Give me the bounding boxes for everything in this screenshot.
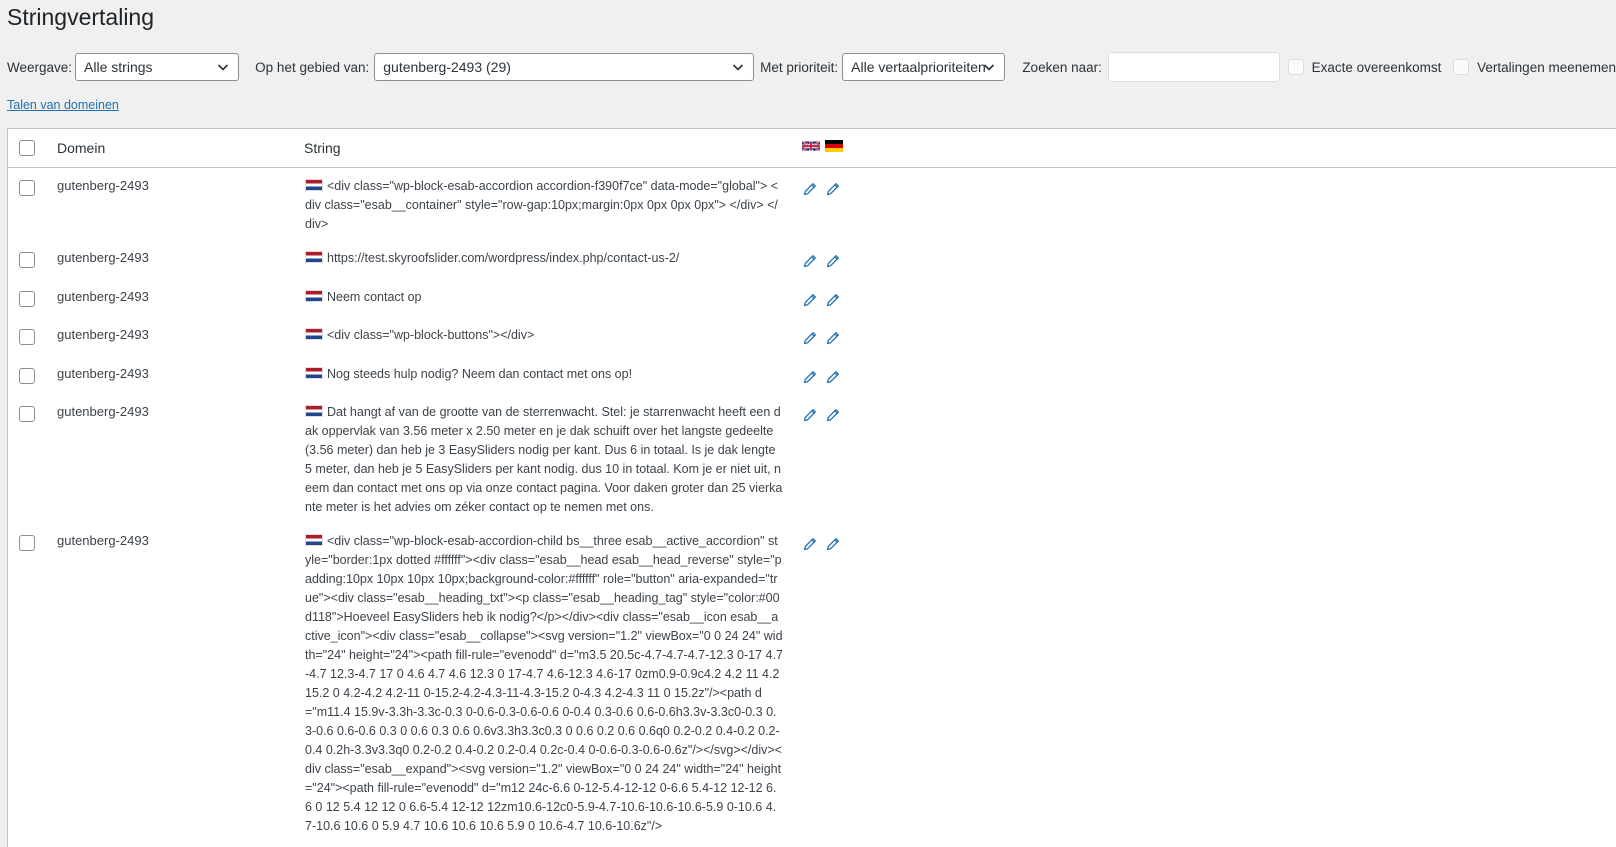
row-string-text: Dat hangt af van de grootte van de sterr…: [305, 405, 783, 514]
select-all-checkbox[interactable]: [19, 140, 35, 156]
filter-bar: Weergave: Alle strings Op het gebied van…: [7, 51, 1616, 83]
row-domain: gutenberg-2493: [57, 533, 149, 548]
row-domain: gutenberg-2493: [57, 289, 149, 304]
edit-en-pencil-icon[interactable]: [802, 407, 818, 423]
row-string: <div class="wp-block-esab-accordion-chil…: [305, 532, 783, 836]
priority-label: Met prioriteit:: [760, 59, 839, 75]
nl-flag-icon: [305, 179, 323, 191]
row-string: Dat hangt af van de grootte van de sterr…: [305, 403, 783, 517]
nl-flag-icon: [305, 290, 323, 302]
edit-de-pencil-icon[interactable]: [825, 253, 841, 269]
chevron-down-icon: [218, 64, 229, 71]
search-label: Zoeken naar:: [1022, 59, 1102, 75]
row-string: <div class="wp-block-buttons"></div>: [305, 326, 783, 345]
row-domain: gutenberg-2493: [57, 404, 149, 419]
nl-flag-icon: [305, 328, 323, 340]
edit-en-pencil-icon[interactable]: [802, 536, 818, 552]
domain-languages-link[interactable]: Talen van domeinen: [7, 98, 119, 112]
edit-en-pencil-icon[interactable]: [802, 253, 818, 269]
exact-match-label: Exacte overeenkomst: [1311, 59, 1442, 75]
priority-select[interactable]: Alle vertaalprioriteiten: [842, 53, 1006, 81]
row-string-text: https://test.skyroofslider.com/wordpress…: [327, 251, 680, 265]
column-domain-header[interactable]: Domein: [57, 140, 105, 156]
nl-flag-icon: [305, 251, 323, 263]
row-checkbox[interactable]: [19, 406, 35, 422]
view-label: Weergave:: [7, 59, 73, 75]
row-string-text: <div class="wp-block-esab-accordion acco…: [305, 179, 778, 231]
row-string: https://test.skyroofslider.com/wordpress…: [305, 249, 783, 268]
row-checkbox[interactable]: [19, 252, 35, 268]
row-checkbox[interactable]: [19, 535, 35, 551]
gb-flag-icon: [802, 140, 820, 152]
row-checkbox[interactable]: [19, 180, 35, 196]
chevron-down-icon: [984, 64, 995, 71]
row-string: <div class="wp-block-esab-accordion acco…: [305, 177, 783, 234]
edit-de-pencil-icon[interactable]: [825, 536, 841, 552]
edit-en-pencil-icon[interactable]: [802, 369, 818, 385]
domain-select-value: gutenberg-2493 (29): [383, 59, 511, 75]
include-translations-checkbox[interactable]: [1453, 59, 1470, 75]
search-input[interactable]: [1107, 52, 1280, 82]
view-select[interactable]: Alle strings: [75, 53, 240, 81]
include-translations-label: Vertalingen meenemen: [1477, 59, 1616, 75]
edit-en-pencil-icon[interactable]: [802, 292, 818, 308]
edit-de-pencil-icon[interactable]: [825, 369, 841, 385]
edit-de-pencil-icon[interactable]: [825, 330, 841, 346]
row-string-text: Neem contact op: [327, 290, 422, 304]
column-string-header[interactable]: String: [304, 140, 341, 156]
exact-match-checkbox[interactable]: [1287, 59, 1304, 75]
edit-de-pencil-icon[interactable]: [825, 407, 841, 423]
domain-select[interactable]: gutenberg-2493 (29): [374, 53, 755, 81]
row-checkbox[interactable]: [19, 291, 35, 307]
table-header: Domein String: [8, 129, 1616, 168]
de-flag-icon: [825, 140, 843, 152]
row-checkbox[interactable]: [19, 329, 35, 345]
chevron-down-icon: [733, 64, 744, 71]
nl-flag-icon: [305, 367, 323, 379]
row-string: Neem contact op: [305, 288, 783, 307]
row-string-text: <div class="wp-block-esab-accordion-chil…: [305, 534, 783, 833]
strings-table: Domein String gutenberg-2493 <div class="…: [7, 128, 1616, 847]
page-title: Stringvertaling: [7, 4, 155, 30]
row-string-text: Nog steeds hulp nodig? Neem dan contact …: [327, 367, 633, 381]
edit-de-pencil-icon[interactable]: [825, 292, 841, 308]
row-string: Nog steeds hulp nodig? Neem dan contact …: [305, 365, 783, 384]
priority-select-value: Alle vertaalprioriteiten: [851, 59, 986, 75]
row-string-text: <div class="wp-block-buttons"></div>: [327, 328, 535, 342]
row-domain: gutenberg-2493: [57, 366, 149, 381]
domain-label: Op het gebied van:: [255, 59, 370, 75]
edit-en-pencil-icon[interactable]: [802, 181, 818, 197]
row-domain: gutenberg-2493: [57, 178, 149, 193]
row-domain: gutenberg-2493: [57, 327, 149, 342]
edit-en-pencil-icon[interactable]: [802, 330, 818, 346]
nl-flag-icon: [305, 405, 323, 417]
row-checkbox[interactable]: [19, 368, 35, 384]
nl-flag-icon: [305, 534, 323, 546]
row-domain: gutenberg-2493: [57, 250, 149, 265]
view-select-value: Alle strings: [84, 59, 153, 75]
edit-de-pencil-icon[interactable]: [825, 181, 841, 197]
